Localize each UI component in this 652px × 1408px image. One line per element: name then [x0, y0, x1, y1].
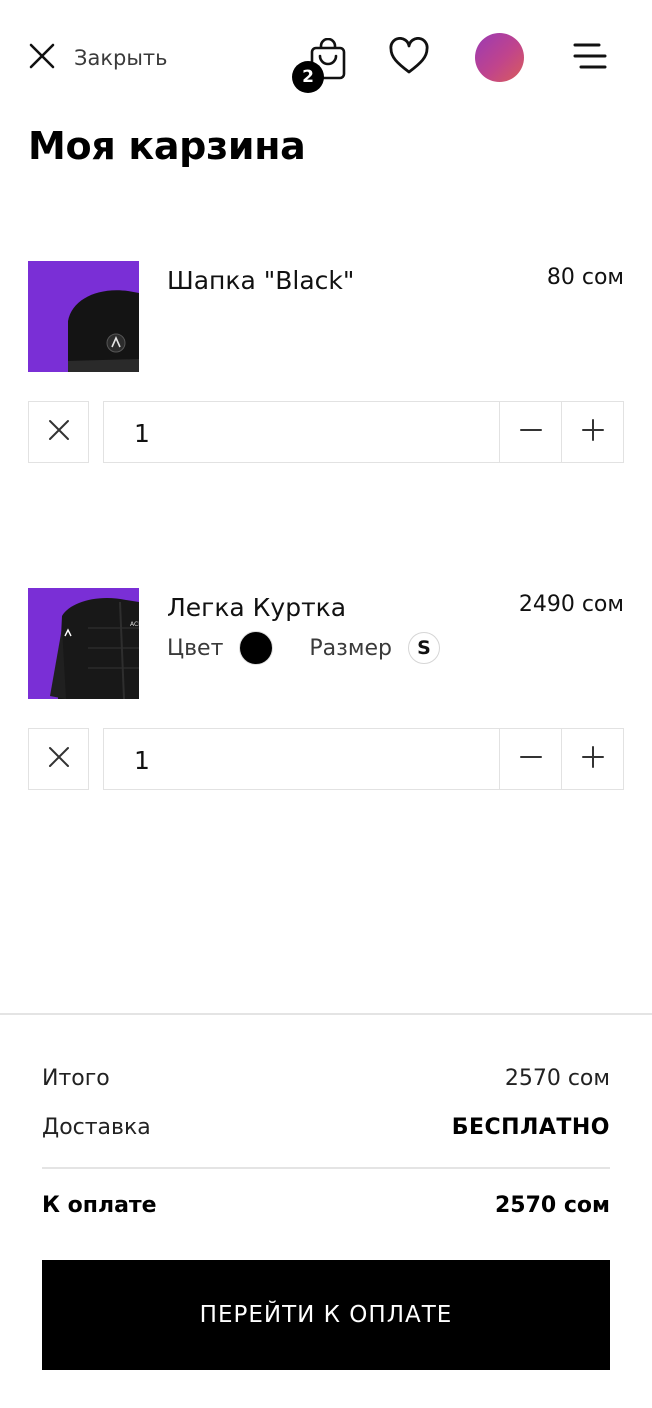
- delivery-value: БЕСПЛАТНО: [451, 1115, 610, 1140]
- increase-quantity-button[interactable]: [561, 402, 623, 462]
- plus-icon: [581, 418, 605, 446]
- delivery-label: Доставка: [42, 1115, 151, 1140]
- quantity-row: [28, 728, 624, 791]
- close-icon: [28, 42, 56, 74]
- remove-item-button[interactable]: [28, 401, 89, 463]
- color-label: Цвет: [167, 635, 224, 661]
- product-image-beanie[interactable]: [28, 261, 139, 372]
- close-button[interactable]: Закрыть: [28, 36, 168, 80]
- close-icon: [48, 746, 70, 772]
- quantity-stepper: [103, 401, 624, 464]
- plus-icon: [581, 745, 605, 773]
- product-price: 2490 сом: [518, 592, 624, 617]
- product-name[interactable]: Шапка "Black": [167, 266, 354, 295]
- hamburger-menu-icon: [572, 41, 608, 75]
- subtotal-label: Итого: [42, 1066, 110, 1091]
- total-label: К оплате: [42, 1193, 157, 1218]
- decrease-quantity-button[interactable]: [499, 729, 561, 789]
- quantity-input[interactable]: [104, 729, 499, 791]
- size-label: Размер: [309, 635, 392, 661]
- svg-text:ACM: ACM: [130, 621, 139, 628]
- cart-count-badge: 2: [292, 61, 324, 93]
- quantity-stepper: [103, 728, 624, 791]
- size-chip: S: [407, 632, 440, 664]
- menu-button[interactable]: [566, 36, 614, 80]
- product-name[interactable]: Легка Куртка: [167, 593, 346, 622]
- total-value: 2570 сом: [494, 1193, 610, 1218]
- subtotal-value: 2570 сом: [504, 1066, 610, 1091]
- quantity-row: [28, 401, 624, 464]
- checkout-button[interactable]: ПЕРЕЙТИ К ОПЛАТЕ: [42, 1260, 610, 1370]
- favorites-button[interactable]: [384, 34, 434, 82]
- heart-icon: [388, 37, 430, 79]
- close-icon: [48, 419, 70, 445]
- subtotal-row: Итого 2570 сом: [42, 1066, 610, 1091]
- summary-divider: [0, 1013, 652, 1015]
- quantity-input[interactable]: [104, 402, 499, 464]
- product-attributes: Цвет Размер S: [167, 631, 440, 665]
- product-image-jacket[interactable]: ACM: [28, 588, 139, 699]
- color-swatch: [239, 631, 274, 665]
- minus-icon: [519, 418, 543, 446]
- increase-quantity-button[interactable]: [561, 729, 623, 789]
- close-label: Закрыть: [74, 46, 168, 70]
- minus-icon: [519, 745, 543, 773]
- avatar[interactable]: [475, 33, 524, 82]
- decrease-quantity-button[interactable]: [499, 402, 561, 462]
- product-price: 80 сом: [546, 265, 624, 290]
- delivery-row: Доставка БЕСПЛАТНО: [42, 1115, 610, 1140]
- remove-item-button[interactable]: [28, 728, 89, 790]
- page-title: Моя карзина: [28, 124, 306, 168]
- total-row: К оплате 2570 сом: [42, 1193, 610, 1218]
- total-divider: [42, 1167, 610, 1169]
